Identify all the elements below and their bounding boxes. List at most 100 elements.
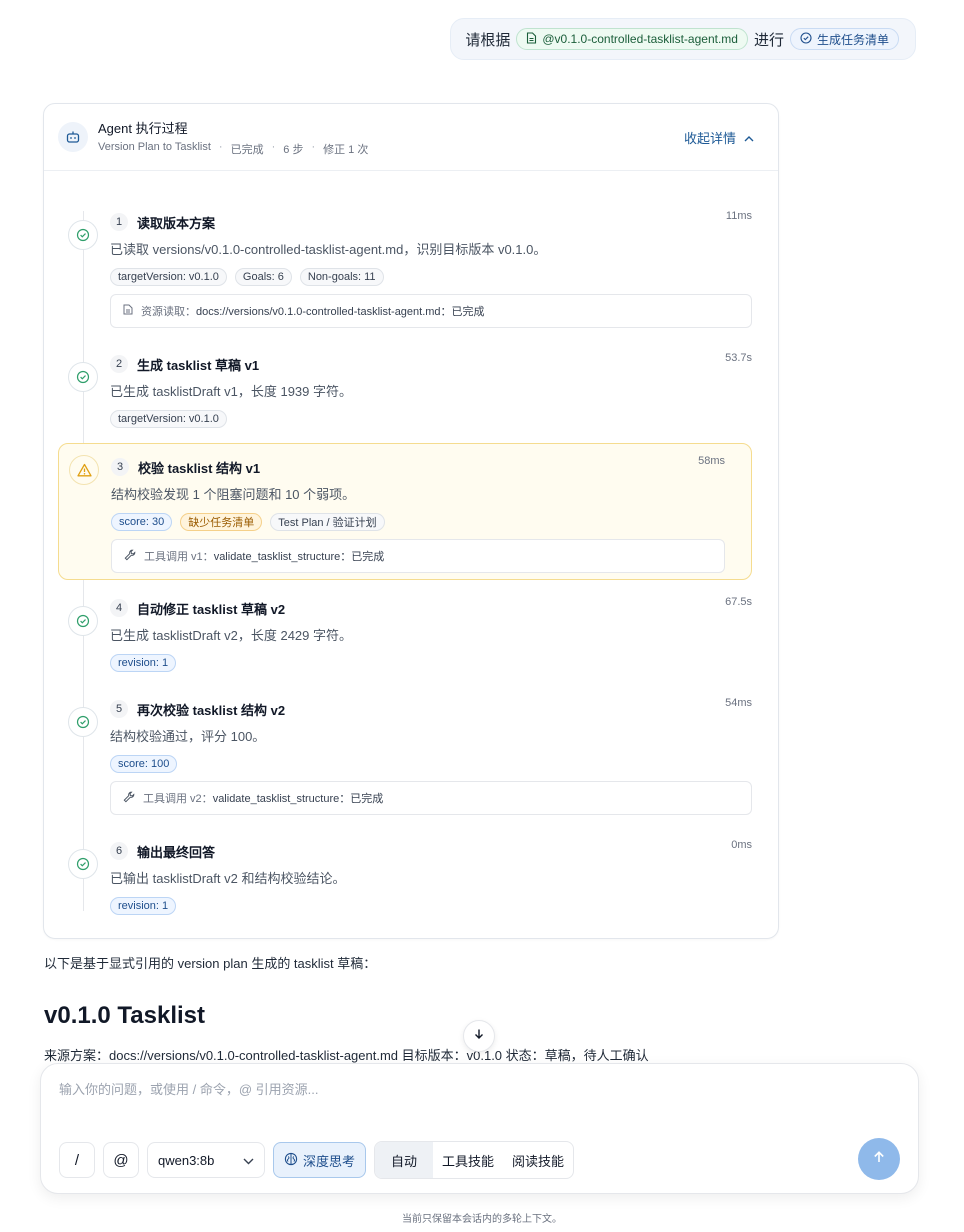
step-tag: Non-goals: 11 <box>299 268 384 286</box>
answer-heading: v0.1.0 Tasklist <box>44 1002 205 1029</box>
arrow-down-icon <box>473 1027 485 1045</box>
document-icon <box>123 304 133 318</box>
chevron-up-icon <box>744 130 754 145</box>
step-title: 校验 tasklist 结构 v1 <box>138 460 261 476</box>
meta-steps: 6 步 <box>283 143 304 156</box>
step-duration: 54ms <box>725 697 752 709</box>
step-item: 1 读取版本方案 11ms 已读取 versions/v0.1.0-contro… <box>58 210 752 332</box>
meta-status: 已完成 <box>230 143 264 156</box>
user-message-bubble: 请根据 @v0.1.0-controlled-tasklist-agent.md… <box>450 18 916 60</box>
agent-card-header: Agent 执行过程 Version Plan to Tasklist · 已完… <box>44 104 778 171</box>
message-input[interactable] <box>59 1082 659 1097</box>
step-title: 读取版本方案 <box>137 215 216 231</box>
step-duration: 0ms <box>731 839 752 851</box>
step-item: 4 自动修正 tasklist 草稿 v2 67.5s 已生成 tasklist… <box>58 596 752 678</box>
file-reference-chip[interactable]: @v0.1.0-controlled-tasklist-agent.md <box>516 28 748 50</box>
message-composer: / @ qwen3:8b 深度思考 自动 工具技能 阅读技能 <box>40 1063 919 1194</box>
user-message-prefix: 请根据 <box>465 31 511 49</box>
action-chip[interactable]: 生成任务清单 <box>789 28 899 50</box>
check-circle-icon <box>68 220 98 250</box>
step-tag: revision: 1 <box>110 654 177 672</box>
step-tag: score: 100 <box>110 755 178 773</box>
step-tag: Test Plan / 验证计划 <box>270 513 385 531</box>
mode-auto[interactable]: 自动 <box>375 1142 434 1178</box>
collapse-details-button[interactable]: 收起详情 <box>684 128 754 147</box>
mode-reading-skills[interactable]: 阅读技能 <box>503 1142 573 1178</box>
step-number: 1 <box>110 213 128 231</box>
action-chip-label: 生成任务清单 <box>816 32 889 47</box>
step-tag: targetVersion: v0.1.0 <box>110 268 227 286</box>
chevron-down-icon <box>243 1153 254 1168</box>
wrench-icon <box>123 791 135 806</box>
meta-revisions: 修正 1 次 <box>323 143 369 156</box>
step-tag: revision: 1 <box>110 897 177 915</box>
meta-plan: Version Plan to Tasklist <box>98 140 211 153</box>
context-footer-note: 当前只保留本会话内的多轮上下文。 <box>402 1214 562 1225</box>
agent-card-meta: Version Plan to Tasklist · 已完成 · 6 步 · 修… <box>98 141 368 157</box>
arrow-up-icon <box>872 1150 886 1169</box>
step-number: 3 <box>111 458 129 476</box>
answer-intro: 以下是基于显式引用的 version plan 生成的 tasklist 草稿： <box>44 956 377 971</box>
step-duration: 53.7s <box>725 352 752 364</box>
step-title: 再次校验 tasklist 结构 v2 <box>137 702 286 718</box>
tool-call-box: 工具调用 v1：validate_tasklist_structure：已完成 <box>111 539 725 573</box>
step-description: 已生成 tasklistDraft v2，长度 2429 字符。 <box>110 628 352 643</box>
step-description: 已读取 versions/v0.1.0-controlled-tasklist-… <box>110 242 547 257</box>
check-circle-icon <box>68 606 98 636</box>
step-item-warning: 3 校验 tasklist 结构 v1 58ms 结构校验发现 1 个阻塞问题和… <box>58 443 752 580</box>
step-duration: 58ms <box>698 455 725 467</box>
step-item: 6 输出最终回答 0ms 已输出 tasklistDraft v2 和结构校验结… <box>58 839 752 921</box>
step-tag: score: 30 <box>111 513 173 531</box>
step-number: 2 <box>110 355 128 373</box>
deep-think-label: 深度思考 <box>303 1153 356 1169</box>
meta-separator: · <box>218 140 223 153</box>
meta-separator: · <box>271 140 276 153</box>
mention-resource-button[interactable]: @ <box>103 1142 139 1178</box>
tool-call-label: 工具调用 v2： <box>143 793 213 805</box>
tool-call-value: validate_tasklist_structure：已完成 <box>213 551 385 563</box>
brain-icon <box>284 1152 298 1169</box>
check-circle-icon <box>68 362 98 392</box>
step-title: 自动修正 tasklist 草稿 v2 <box>137 601 286 617</box>
answer-source-line: 来源方案：docs://versions/v0.1.0-controlled-t… <box>44 1048 649 1063</box>
step-tag: 缺少任务清单 <box>180 513 263 531</box>
mode-segmented-control: 自动 工具技能 阅读技能 <box>374 1141 575 1179</box>
resource-read-box: 资源读取：docs://versions/v0.1.0-controlled-t… <box>110 294 752 328</box>
resource-read-value: docs://versions/v0.1.0-controlled-taskli… <box>196 306 485 318</box>
collapse-details-label: 收起详情 <box>683 131 736 146</box>
tool-call-box: 工具调用 v2：validate_tasklist_structure：已完成 <box>110 781 752 815</box>
check-circle-icon <box>800 31 812 47</box>
step-duration: 11ms <box>725 210 752 222</box>
agent-card-title: Agent 执行过程 <box>98 120 188 136</box>
step-duration: 67.5s <box>725 596 752 608</box>
user-message-middle: 进行 <box>753 31 784 49</box>
file-icon <box>526 31 537 47</box>
step-tag: targetVersion: v0.1.0 <box>110 410 227 428</box>
tool-call-label: 工具调用 v1： <box>144 551 214 563</box>
wrench-icon <box>124 549 136 564</box>
step-description: 已生成 tasklistDraft v1，长度 1939 字符。 <box>110 384 352 399</box>
warning-icon <box>69 455 99 485</box>
send-button[interactable] <box>858 1138 900 1180</box>
step-number: 4 <box>110 599 128 617</box>
agent-execution-card: Agent 执行过程 Version Plan to Tasklist · 已完… <box>43 103 779 939</box>
file-reference-label: @v0.1.0-controlled-tasklist-agent.md <box>542 32 738 46</box>
slash-command-button[interactable]: / <box>59 1142 95 1178</box>
deep-think-toggle[interactable]: 深度思考 <box>273 1142 367 1178</box>
step-title: 输出最终回答 <box>137 844 216 860</box>
meta-separator: · <box>311 140 316 153</box>
scroll-to-bottom-button[interactable] <box>463 1020 495 1052</box>
model-select-value: qwen3:8b <box>158 1152 215 1168</box>
step-tag: Goals: 6 <box>234 268 292 286</box>
check-circle-icon <box>68 849 98 879</box>
step-description: 结构校验发现 1 个阻塞问题和 10 个弱项。 <box>111 487 356 502</box>
mode-tool-skills[interactable]: 工具技能 <box>433 1142 503 1178</box>
step-item: 2 生成 tasklist 草稿 v1 53.7s 已生成 tasklistDr… <box>58 352 752 434</box>
model-select[interactable]: qwen3:8b <box>147 1142 265 1178</box>
tool-call-value: validate_tasklist_structure：已完成 <box>212 793 384 805</box>
bot-icon <box>58 122 88 152</box>
step-number: 5 <box>110 700 128 718</box>
step-title: 生成 tasklist 草稿 v1 <box>137 357 260 373</box>
step-item: 5 再次校验 tasklist 结构 v2 54ms 结构校验通过，评分 100… <box>58 697 752 819</box>
step-description: 结构校验通过，评分 100。 <box>110 729 266 744</box>
